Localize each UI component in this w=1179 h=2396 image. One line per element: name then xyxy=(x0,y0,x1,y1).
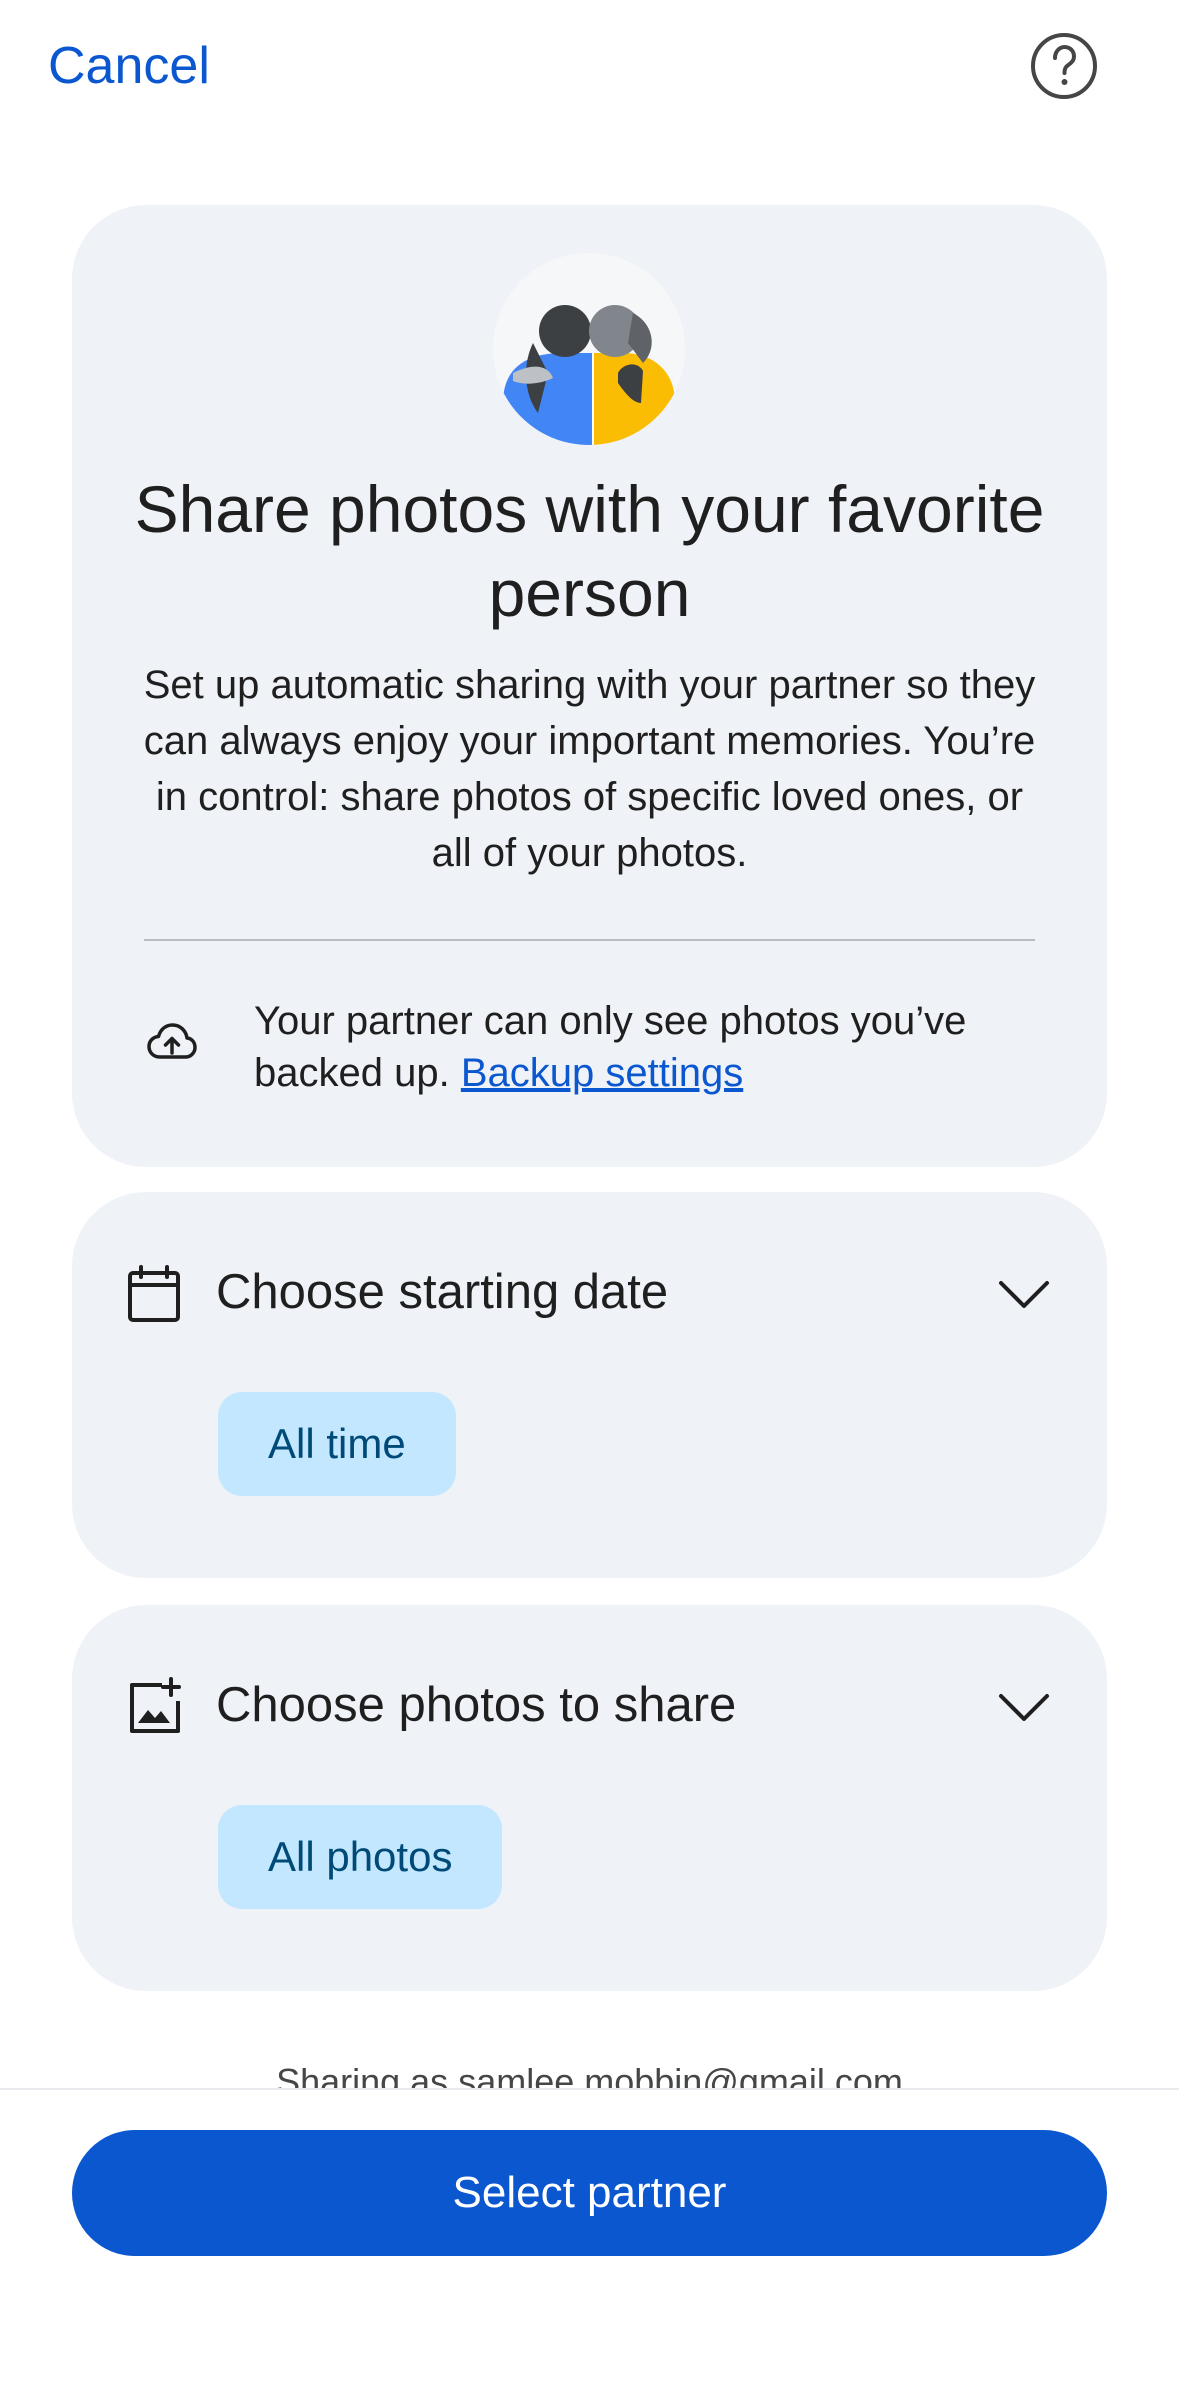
cancel-button[interactable]: Cancel xyxy=(48,30,210,102)
select-partner-button[interactable]: Select partner xyxy=(72,2130,1107,2256)
photos-title: Choose photos to share xyxy=(216,1678,737,1732)
backup-text: Your partner can only see photos you’ve … xyxy=(254,995,1047,1099)
sharing-as-account: Sharing as samlee.mobbin@gmail.com xyxy=(276,2061,903,2088)
partner-sharing-screen: Cancel Share photos with your favorite p… xyxy=(0,0,1179,2396)
chevron-down-icon[interactable] xyxy=(996,1679,1052,1735)
add-photo-icon xyxy=(124,1677,184,1737)
starting-date-section: Choose starting date All time xyxy=(72,1192,1107,1578)
photos-header[interactable]: Choose photos to share xyxy=(72,1665,1107,1745)
bottom-action-bar: Select partner xyxy=(0,2088,1179,2396)
partners-hugging-illustration xyxy=(493,253,685,445)
chevron-down-icon[interactable] xyxy=(996,1266,1052,1322)
backup-settings-link[interactable]: Backup settings xyxy=(461,1051,743,1095)
calendar-icon xyxy=(124,1264,184,1324)
photos-section: Choose photos to share All photos xyxy=(72,1605,1107,1991)
cloud-upload-icon xyxy=(146,1017,198,1069)
all-photos-chip[interactable]: All photos xyxy=(218,1805,503,1909)
backup-notice: Your partner can only see photos you’ve … xyxy=(72,995,1107,1105)
top-bar: Cancel xyxy=(0,0,1179,140)
intro-description: Set up automatic sharing with your partn… xyxy=(143,663,1036,875)
divider xyxy=(144,939,1035,941)
intro-card: Share photos with your favorite person S… xyxy=(72,205,1107,1167)
all-time-chip[interactable]: All time xyxy=(218,1392,456,1496)
help-circle-icon xyxy=(1031,33,1097,99)
intro-title: Share photos with your favorite person xyxy=(134,472,1045,630)
starting-date-header[interactable]: Choose starting date xyxy=(72,1252,1107,1332)
starting-date-title: Choose starting date xyxy=(216,1265,669,1319)
help-button[interactable] xyxy=(1030,32,1098,100)
